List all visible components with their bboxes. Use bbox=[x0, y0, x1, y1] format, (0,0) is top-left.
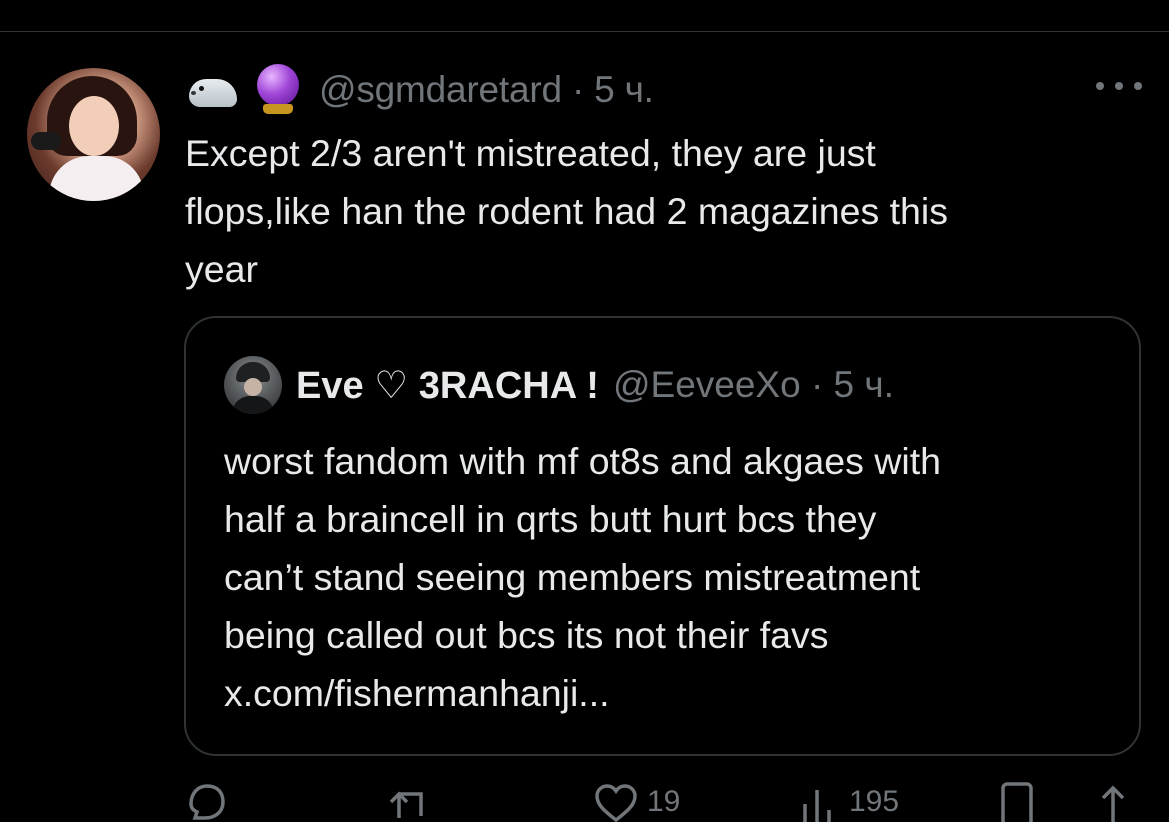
quoted-tweet-header: Eve ♡ 3RACHA ! @EeveeXo · 5 ч. bbox=[224, 354, 894, 416]
reply-button[interactable] bbox=[185, 782, 229, 822]
like-button[interactable]: 19 bbox=[593, 782, 680, 822]
retweet-icon bbox=[389, 791, 423, 818]
quoted-tweet-text: worst fandom with mf ot8s and akgaes wit… bbox=[224, 440, 942, 714]
tweet-text: Except 2/3 aren't mistreated, they are j… bbox=[185, 132, 948, 290]
quoted-display-name[interactable]: Eve ♡ 3RACHA ! bbox=[296, 363, 599, 408]
user-handle[interactable]: @sgmdaretard · 5 ч. bbox=[319, 69, 654, 111]
quoted-avatar[interactable] bbox=[224, 356, 282, 414]
avatar-face bbox=[69, 96, 119, 156]
reply-icon bbox=[189, 784, 225, 820]
avatar-dress bbox=[49, 156, 144, 201]
heart-icon bbox=[595, 784, 637, 822]
share-icon bbox=[1101, 785, 1125, 822]
avatar-microphone bbox=[31, 132, 61, 150]
quoted-handle[interactable]: @EeveeXo · 5 ч. bbox=[613, 364, 894, 406]
share-button[interactable] bbox=[1093, 782, 1133, 822]
tweet-actions: 19 195 bbox=[185, 782, 1145, 822]
tweet-header: @sgmdaretard · 5 ч. bbox=[185, 62, 654, 118]
avatar[interactable] bbox=[27, 68, 160, 201]
like-count: 19 bbox=[647, 785, 681, 818]
seal-icon bbox=[185, 69, 241, 111]
more-options-icon[interactable] bbox=[1096, 76, 1142, 96]
quoted-tweet[interactable]: Eve ♡ 3RACHA ! @EeveeXo · 5 ч. worst fan… bbox=[184, 316, 1141, 756]
bookmark-icon bbox=[1001, 782, 1033, 822]
retweet-button[interactable] bbox=[387, 782, 435, 822]
views-icon bbox=[803, 790, 831, 822]
tweet[interactable]: @sgmdaretard · 5 ч. Except 2/3 aren't mi… bbox=[0, 32, 1169, 822]
bookmark-button[interactable] bbox=[997, 782, 1037, 822]
crystal-ball-icon bbox=[255, 64, 301, 116]
views-count: 195 bbox=[849, 785, 900, 818]
views-button[interactable]: 195 bbox=[797, 782, 899, 822]
